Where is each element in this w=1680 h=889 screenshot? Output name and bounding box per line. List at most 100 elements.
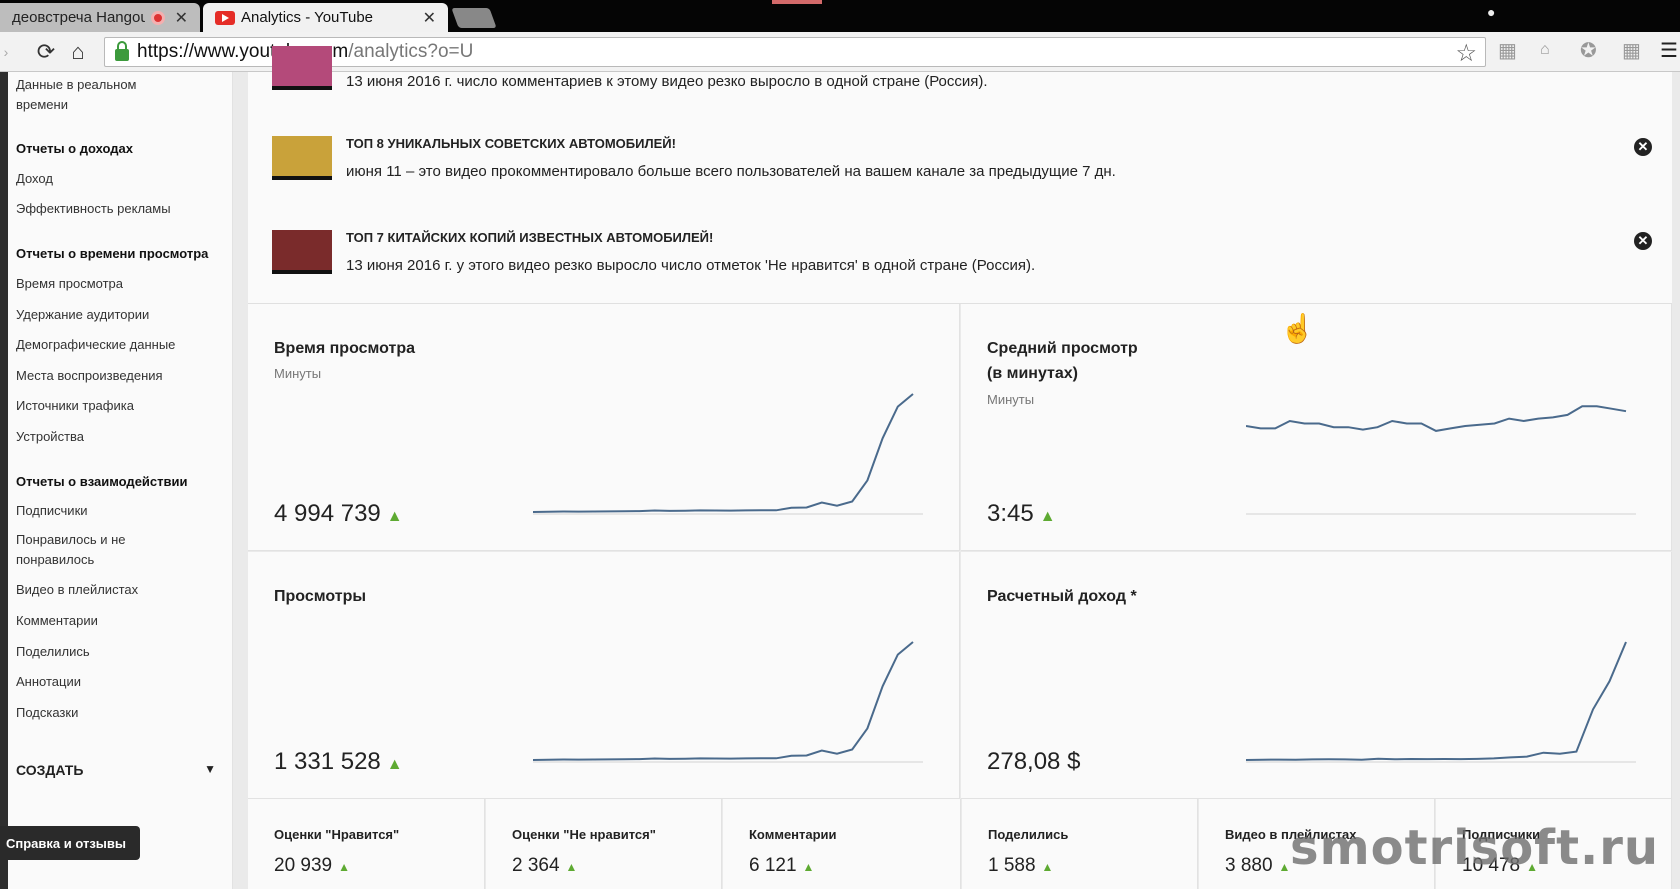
chevron-down-icon: ▼ xyxy=(204,762,216,776)
card-unit: Минуты xyxy=(274,366,322,381)
sidebar-heading-engagement: Отчеты о взаимодействии xyxy=(16,474,188,489)
metric-likes[interactable]: Оценки "Нравится" 20 939 ▲ xyxy=(248,799,485,889)
trend-up-icon: ▲ xyxy=(338,860,351,874)
notification-desc: июня 11 – это видео прокомментировало бо… xyxy=(346,163,1116,180)
recording-icon xyxy=(150,10,165,25)
metric-shares[interactable]: Поделились 1 588 ▲ xyxy=(962,799,1198,889)
value-text: 4 994 739 xyxy=(274,500,381,527)
card-value: 4 994 739 ▲ xyxy=(274,500,403,528)
notifications-panel: 13 июня 2016 г. число комментариев к это… xyxy=(248,46,1672,304)
value-text: 3:45 xyxy=(987,500,1034,527)
close-tab-icon[interactable]: ✕ xyxy=(423,8,436,28)
sidebar-item-audience-retention[interactable]: Удержание аудитории xyxy=(16,305,216,325)
metric-value: 3 880 ▲ xyxy=(1225,855,1290,877)
tab-analytics[interactable]: Analytics - YouTube ✕ xyxy=(203,3,448,32)
sidebar-item-realtime[interactable]: Данные в реальном времени xyxy=(16,75,156,115)
sidebar-item-demographics[interactable]: Демографические данные xyxy=(16,335,216,355)
sidebar-item-shares[interactable]: Поделились xyxy=(16,642,216,662)
video-thumbnail[interactable] xyxy=(272,46,332,90)
sparkline-watch-time xyxy=(533,393,923,515)
metric-card-watch-time[interactable]: Время просмотра Минуты 4 994 739 ▲ xyxy=(248,304,960,551)
lock-icon xyxy=(115,41,129,61)
video-thumbnail[interactable] xyxy=(272,230,332,274)
value-text: 6 121 xyxy=(749,855,797,876)
sidebar-item-annotations[interactable]: Аннотации xyxy=(16,672,216,692)
card-title: Просмотры xyxy=(274,588,367,605)
card-value: 278,08 $ xyxy=(987,748,1081,775)
value-text: 1 331 528 xyxy=(274,748,381,775)
trend-up-icon: ▲ xyxy=(1039,508,1056,525)
create-section-toggle[interactable]: СОЗДАТЬ ▼ xyxy=(16,762,216,778)
notification-item: ТОП 7 КИТАЙСКИХ КОПИЙ ИЗВЕСТНЫХ АВТОМОБИ… xyxy=(272,230,1652,280)
metric-comments[interactable]: Комментарии 6 121 ▲ xyxy=(723,799,961,889)
value-text: 3 880 xyxy=(1225,855,1273,876)
sparkline-series xyxy=(533,641,914,761)
value-text: 2 364 xyxy=(512,855,560,876)
home-icon[interactable]: ⌂ xyxy=(62,39,94,65)
metric-value: 6 121 ▲ xyxy=(749,855,814,877)
sidebar-item-ad-performance[interactable]: Эффективность рекламы xyxy=(16,199,216,219)
notification-title[interactable]: ТОП 7 КИТАЙСКИХ КОПИЙ ИЗВЕСТНЫХ АВТОМОБИ… xyxy=(346,230,713,245)
card-value: 3:45 ▲ xyxy=(987,500,1056,528)
recording-indicator xyxy=(772,0,822,4)
reload-icon[interactable]: ⟳ xyxy=(30,39,62,65)
notification-item: 13 июня 2016 г. число комментариев к это… xyxy=(272,46,1652,96)
metric-label: Оценки "Нравится" xyxy=(274,827,400,842)
metric-card-views[interactable]: Просмотры 1 331 528 ▲ xyxy=(248,552,960,799)
sidebar-item-subscribers[interactable]: Подписчики xyxy=(16,501,216,521)
close-tab-icon[interactable]: ✕ xyxy=(175,8,188,28)
youtube-favicon-icon xyxy=(215,10,235,25)
dismiss-icon[interactable]: ✕ xyxy=(1634,138,1652,156)
video-thumbnail[interactable] xyxy=(272,136,332,180)
sidebar-item-devices[interactable]: Устройства xyxy=(16,427,216,447)
metric-label: Поделились xyxy=(988,827,1069,842)
trend-up-icon: ▲ xyxy=(1278,860,1291,874)
sidebar-item-likes-dislikes[interactable]: Понравилось и не понравилось xyxy=(16,530,146,570)
menu-icon[interactable]: ☰ xyxy=(1660,38,1678,63)
sidebar-item-playback-locations[interactable]: Места воспроизведения xyxy=(16,366,216,386)
watermark: smotrisoft.ru xyxy=(1290,820,1660,876)
sparkline-avg-view xyxy=(1246,405,1636,515)
sidebar-item-revenue[interactable]: Доход xyxy=(16,169,216,189)
tab-hangouts[interactable]: деовстреча Hangouts ✕ xyxy=(0,3,200,32)
metric-card-revenue[interactable]: Расчетный доход * 278,08 $ xyxy=(961,552,1672,799)
trend-up-icon: ▲ xyxy=(802,860,815,874)
card-title: Расчетный доход * xyxy=(987,588,1137,605)
hand-cursor-icon: ☝ xyxy=(1280,313,1315,344)
tab-label: Analytics - YouTube xyxy=(241,9,374,26)
card-title: Время просмотра xyxy=(274,340,416,357)
metric-value: 2 364 ▲ xyxy=(512,855,577,877)
value-text: 20 939 xyxy=(274,855,333,876)
card-value: 1 331 528 ▲ xyxy=(274,748,403,776)
tab-strip: деовстреча Hangouts ✕ Analytics - YouTub… xyxy=(0,0,1680,32)
metric-label: Комментарии xyxy=(749,827,837,842)
create-label: СОЗДАТЬ xyxy=(16,762,84,778)
sparkline-series xyxy=(533,393,914,513)
trend-up-icon: ▲ xyxy=(386,508,403,525)
back-icon[interactable]: › xyxy=(0,44,12,60)
metric-value: 20 939 ▲ xyxy=(274,855,350,877)
sidebar-item-watch-time[interactable]: Время просмотра xyxy=(16,274,216,294)
profile-icon[interactable]: ● xyxy=(1487,4,1495,20)
help-label: Справка и отзывы xyxy=(6,835,126,851)
value-text: 1 588 xyxy=(988,855,1036,876)
sidebar-item-traffic-sources[interactable]: Источники трафика xyxy=(16,396,216,416)
notification-title[interactable]: ТОП 8 УНИКАЛЬНЫХ СОВЕТСКИХ АВТОМОБИЛЕЙ! xyxy=(346,136,676,151)
help-feedback-button[interactable]: Справка и отзывы xyxy=(0,826,140,860)
metric-dislikes[interactable]: Оценки "Не нравится" 2 364 ▲ xyxy=(486,799,722,889)
sparkline-views xyxy=(533,641,923,763)
metric-card-avg-view[interactable]: Средний просмотр (в минутах) Минуты 3:45… xyxy=(961,304,1672,551)
left-edge xyxy=(0,72,8,889)
sidebar-item-cards[interactable]: Подсказки xyxy=(16,703,216,723)
trend-up-icon: ▲ xyxy=(565,860,578,874)
sparkline-revenue xyxy=(1246,641,1636,763)
dismiss-icon[interactable]: ✕ xyxy=(1634,232,1652,250)
metric-value: 1 588 ▲ xyxy=(988,855,1053,877)
new-tab-button[interactable] xyxy=(451,8,497,28)
sidebar-item-playlists[interactable]: Видео в плейлистах xyxy=(16,580,216,600)
notification-item: ТОП 8 УНИКАЛЬНЫХ СОВЕТСКИХ АВТОМОБИЛЕЙ! … xyxy=(272,136,1652,206)
card-title: Средний просмотр (в минутах) xyxy=(987,340,1138,382)
card-unit: Минуты xyxy=(987,392,1035,407)
trend-up-icon: ▲ xyxy=(1041,860,1054,874)
sidebar-item-comments[interactable]: Комментарии xyxy=(16,611,216,631)
